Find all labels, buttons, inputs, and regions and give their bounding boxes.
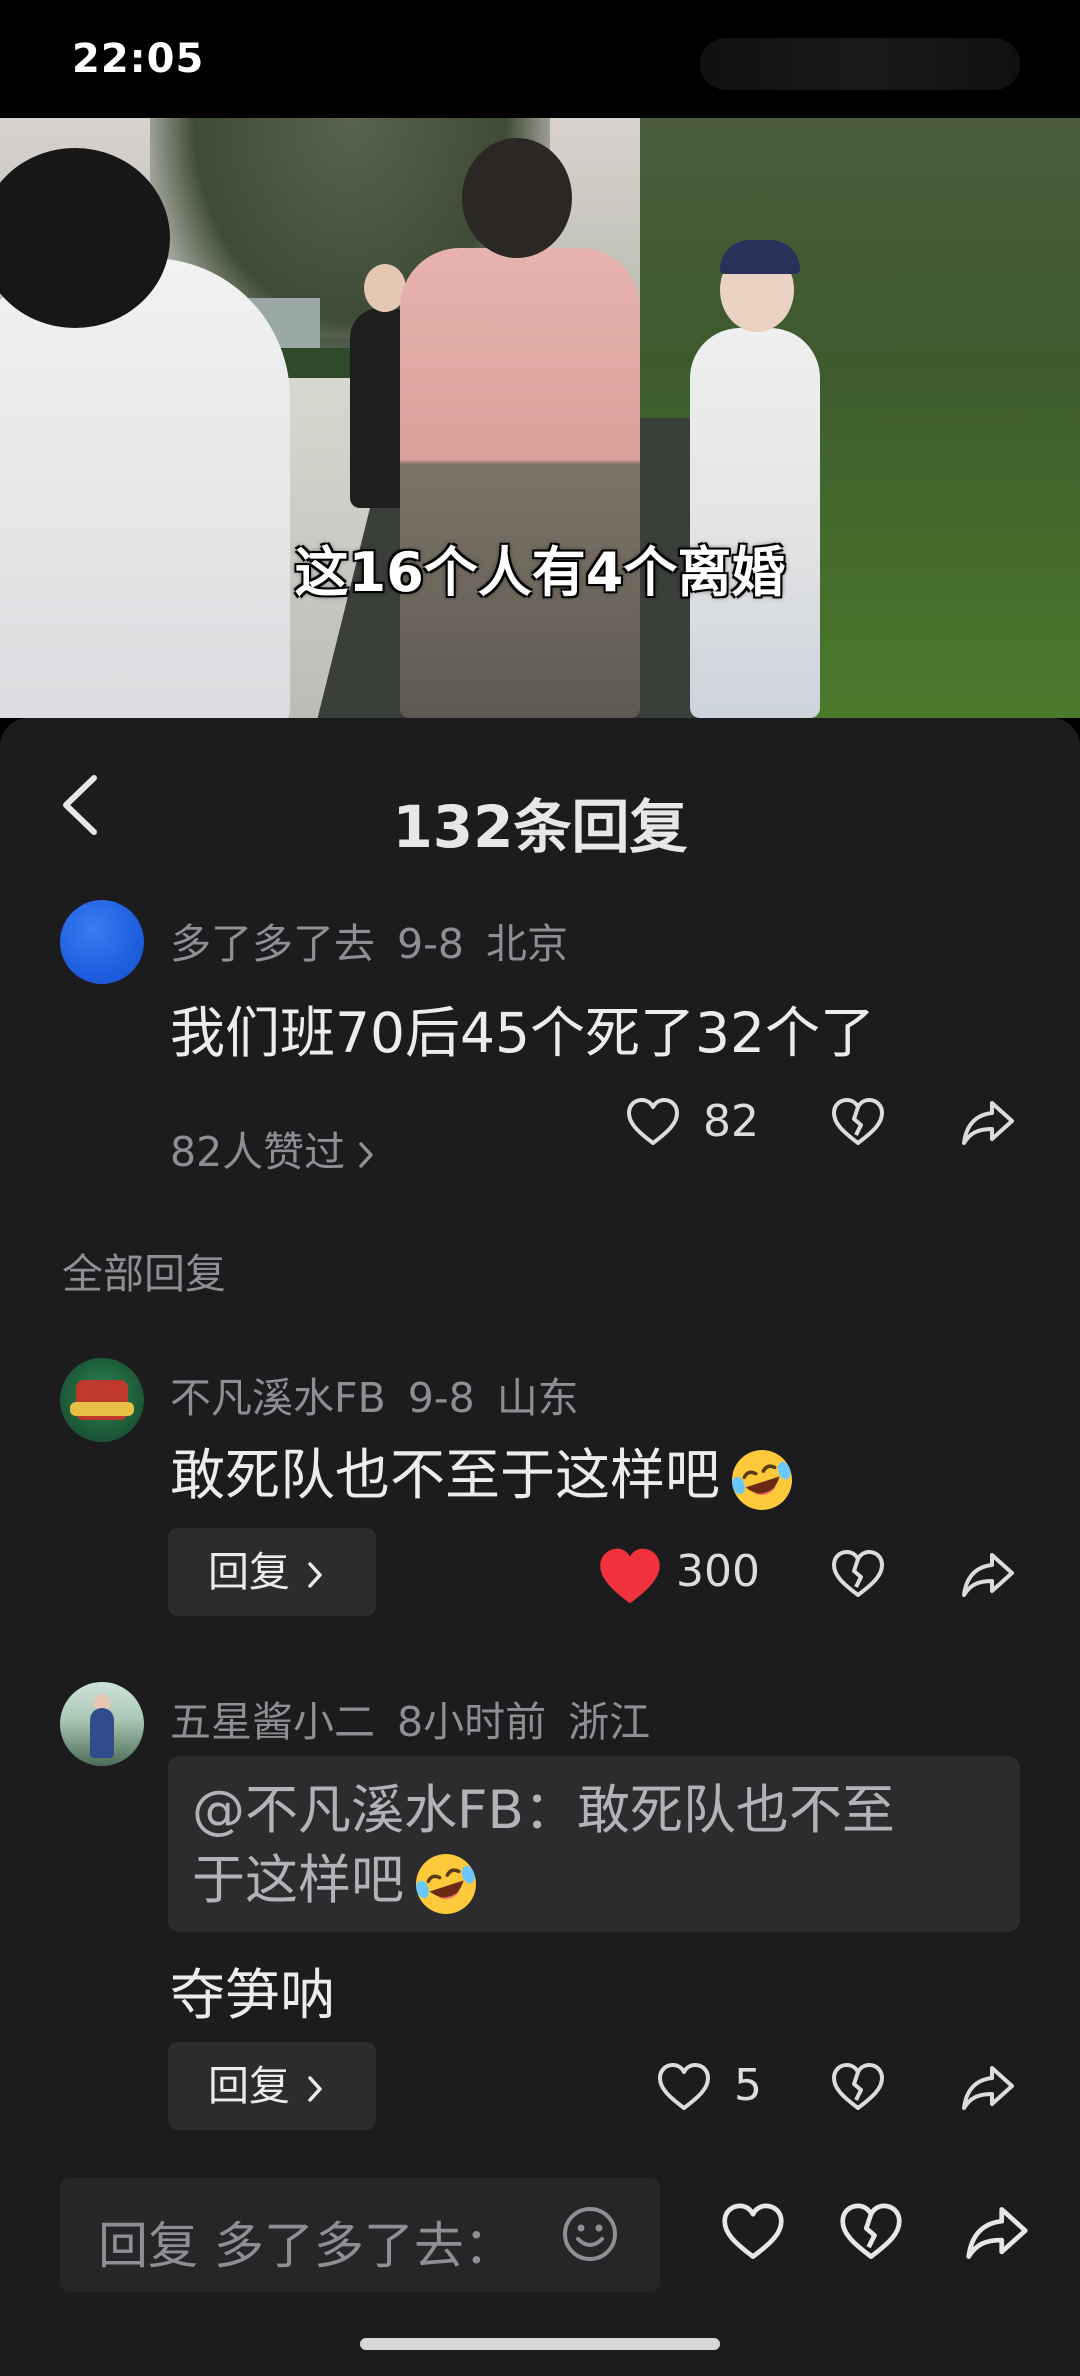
heart-icon[interactable] <box>625 1095 681 1151</box>
video-frame-person <box>690 240 820 718</box>
laughing-face-icon <box>732 1449 793 1510</box>
share-icon[interactable] <box>960 2060 1016 2116</box>
all-replies-label: 全部回复 <box>62 1250 226 1298</box>
dislike-broken-heart-icon[interactable] <box>830 1547 886 1603</box>
reply-date: 8小时前 <box>397 1698 547 1746</box>
video-player[interactable]: 这16个人有4个离婚 <box>0 118 1080 718</box>
comment-location: 北京 <box>485 920 568 968</box>
quoted-reply-line2-wrap: 于这样吧 <box>192 1846 996 1918</box>
share-icon[interactable] <box>960 1547 1016 1603</box>
reply-date: 9-8 <box>407 1374 475 1422</box>
reply-username[interactable]: 五星酱小二 <box>170 1698 375 1746</box>
dislike-broken-heart-icon[interactable] <box>830 2060 886 2116</box>
share-icon[interactable] <box>964 2200 1030 2266</box>
avatar[interactable] <box>60 1358 144 1442</box>
avatar[interactable] <box>60 1682 144 1766</box>
like-count: 5 <box>734 2060 762 2111</box>
heart-icon[interactable] <box>656 2060 712 2116</box>
home-indicator[interactable] <box>360 2338 720 2350</box>
video-frame-person <box>0 258 290 718</box>
heart-icon[interactable] <box>720 2200 786 2266</box>
share-icon[interactable] <box>960 1095 1016 1151</box>
status-bar: 22:05 <box>0 0 1080 118</box>
chevron-right-icon <box>308 1562 322 1588</box>
status-icons <box>700 38 1020 90</box>
quoted-reply: @不凡溪水FB：敢死队也不至 于这样吧 <box>168 1756 1020 1932</box>
comment-username[interactable]: 多了多了去 <box>170 920 375 968</box>
dislike-broken-heart-icon[interactable] <box>838 2200 904 2266</box>
comment-meta: 多了多了去 9-8 北京 <box>170 910 590 970</box>
reply-button-label: 回复 <box>208 1548 290 1596</box>
reply-button-label: 回复 <box>208 2062 290 2110</box>
reply-location: 浙江 <box>568 1698 651 1746</box>
reply-meta: 五星酱小二 8小时前 浙江 <box>170 1688 672 1748</box>
quoted-reply-line1: @不凡溪水FB：敢死队也不至 <box>192 1780 895 1841</box>
reply-username[interactable]: 不凡溪水FB <box>170 1374 386 1422</box>
reply-text: 夺笋呐 <box>170 1963 336 2027</box>
reply-text-content: 敢死队也不至于这样吧 <box>170 1443 721 1507</box>
sheet-title: 132条回复 <box>392 793 688 861</box>
comment-date: 9-8 <box>397 920 464 968</box>
reply-input[interactable]: 回复 多了多了去： <box>60 2178 660 2292</box>
like-count: 300 <box>676 1546 760 1597</box>
likes-summary-link[interactable]: 82人赞过 <box>170 1118 375 1178</box>
reply-location: 山东 <box>496 1374 579 1422</box>
chevron-right-icon <box>308 2076 322 2102</box>
reply-button[interactable]: 回复 <box>168 1528 376 1616</box>
reply-input-placeholder: 回复 多了多了去： <box>98 2217 514 2275</box>
likes-summary-label: 82人赞过 <box>170 1128 346 1176</box>
video-frame-person <box>400 138 640 718</box>
laughing-face-icon <box>416 1854 476 1915</box>
video-subtitle: 这16个人有4个离婚 <box>294 541 786 604</box>
emoji-picker-icon[interactable] <box>560 2204 620 2264</box>
like-count: 82 <box>703 1096 759 1147</box>
comment-text: 我们班70后45个死了32个了 <box>170 1001 875 1065</box>
chevron-right-icon <box>359 1142 373 1168</box>
reply-button[interactable]: 回复 <box>168 2042 376 2130</box>
reply-text: 敢死队也不至于这样吧 <box>170 1430 800 1514</box>
reply-meta: 不凡溪水FB 9-8 山东 <box>170 1364 601 1424</box>
dislike-broken-heart-icon[interactable] <box>830 1095 886 1151</box>
status-time: 22:05 <box>72 36 205 82</box>
avatar[interactable] <box>60 900 144 984</box>
heart-filled-icon[interactable] <box>598 1546 662 1606</box>
quoted-reply-line2: 于这样吧 <box>192 1850 404 1911</box>
